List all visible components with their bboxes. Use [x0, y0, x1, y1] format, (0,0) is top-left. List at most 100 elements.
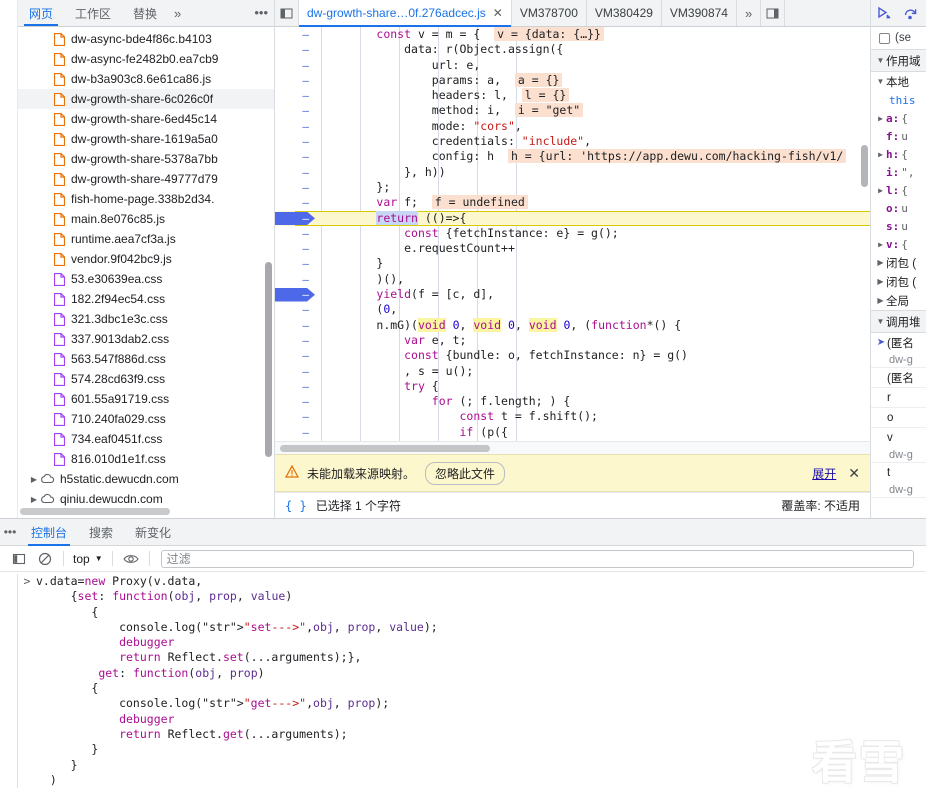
chevron-right-icon[interactable]: ▶ [875, 150, 886, 159]
nav-more-tabs-button[interactable]: » [168, 0, 187, 26]
call-stack-frame[interactable]: ➤ (匿名 dw-g [871, 333, 926, 368]
code-line[interactable]: – yield(f = [c, d], [275, 287, 870, 302]
editor-more-tabs-button[interactable]: » [737, 0, 762, 26]
code-line[interactable]: – for (; f.length; ) { [275, 394, 870, 409]
code-gutter[interactable]: – [275, 256, 321, 271]
file-tree-item[interactable]: main.8e076c85.js [18, 209, 274, 229]
code-gutter[interactable]: – [275, 379, 321, 394]
scope-local-group[interactable]: ▼ 本地 [871, 72, 926, 91]
file-tree-item[interactable]: dw-async-bde4f86c.b4103 [18, 29, 274, 49]
code-gutter[interactable]: – [275, 195, 321, 210]
code-gutter[interactable]: – [275, 409, 321, 424]
console-input-code[interactable]: v.data=new Proxy(v.data, {set: function(… [36, 574, 438, 788]
scope-variable-row[interactable]: ▶ h:{ [871, 145, 926, 163]
code-line[interactable]: – e.requestCount++ [275, 241, 870, 256]
editor-tab-vm380429[interactable]: VM380429 [587, 0, 662, 26]
tab-changes[interactable]: 新变化 [124, 519, 182, 546]
console-output[interactable]: > v.data=new Proxy(v.data, {set: functio… [0, 572, 926, 803]
code-gutter[interactable]: – [275, 394, 321, 409]
code-lines[interactable]: – const v = m = { v = {data: {…}} – data:… [275, 27, 870, 441]
breakpoint-checkbox[interactable] [879, 32, 890, 44]
code-gutter[interactable]: – [275, 58, 321, 73]
code-line[interactable]: – , s = u(); [275, 364, 870, 379]
chevron-right-icon[interactable]: ▶ [875, 258, 886, 267]
code-vertical-scrollbar[interactable] [861, 145, 868, 187]
file-tree-item[interactable]: 816.010d1e1f.css [18, 449, 274, 469]
file-tree-item[interactable]: 321.3dbc1e3c.css [18, 309, 274, 329]
breakpoint-checkbox-row[interactable]: (se [871, 27, 926, 49]
tab-console[interactable]: 控制台 [20, 519, 78, 546]
breakpoint-marker[interactable] [275, 288, 315, 302]
code-line[interactable]: – try { [275, 379, 870, 394]
code-line[interactable]: – if (p({ [275, 425, 870, 440]
code-line[interactable]: – url: e, [275, 58, 870, 73]
editor-tab-active[interactable]: dw-growth-share…0f.276adcec.js ✕ [299, 0, 512, 27]
close-icon[interactable]: ✕ [493, 6, 503, 20]
code-gutter[interactable]: – [275, 318, 321, 333]
code-line[interactable]: – const {fetchInstance: e} = g(); [275, 226, 870, 241]
code-line[interactable]: – data: r(Object.assign({ [275, 42, 870, 57]
code-gutter[interactable]: – [275, 272, 321, 287]
console-context-selector[interactable]: top ▼ [69, 552, 107, 566]
chevron-right-icon[interactable]: ▶ [28, 495, 40, 504]
code-line[interactable]: – headers: l, l = {} [275, 88, 870, 103]
breakpoint-marker[interactable] [275, 211, 315, 226]
code-gutter[interactable]: – [275, 348, 321, 363]
live-expression-icon[interactable] [118, 547, 144, 571]
code-line[interactable]: – } [275, 256, 870, 271]
chevron-right-icon[interactable]: ▶ [875, 114, 886, 123]
editor-tab-vm378700[interactable]: VM378700 [512, 0, 587, 26]
code-line[interactable]: – const v = m = { v = {data: {…}} [275, 27, 870, 42]
file-tree-item[interactable]: runtime.aea7cf3a.js [18, 229, 274, 249]
console-sidebar-icon[interactable] [6, 547, 32, 571]
clear-console-icon[interactable] [32, 547, 58, 571]
code-horizontal-scrollbar[interactable] [275, 441, 870, 454]
scope-variable-row[interactable]: ▶ l:{ [871, 181, 926, 199]
call-stack-frame[interactable]: (匿名 [871, 368, 926, 388]
scope-this-row[interactable]: this [871, 91, 926, 109]
chevron-right-icon[interactable]: ▶ [875, 277, 886, 286]
call-stack-frame[interactable]: v dw-g [871, 428, 926, 463]
console-filter-input[interactable]: 过滤 [160, 549, 914, 568]
call-stack-frame[interactable]: t dw-g [871, 463, 926, 498]
code-gutter[interactable]: – [275, 103, 321, 118]
code-gutter[interactable]: – [275, 119, 321, 134]
file-tree-item[interactable]: 563.547f886d.css [18, 349, 274, 369]
ignore-file-button[interactable]: 忽略此文件 [425, 461, 506, 485]
scope-group-row[interactable]: ▶ 全局 [871, 291, 926, 310]
code-line[interactable]: – n.mG)(void 0, void 0, void 0, (functio… [275, 317, 870, 333]
call-stack-frame[interactable]: o [871, 408, 926, 428]
nav-tab-page[interactable]: 网页 [18, 0, 64, 26]
chevron-right-icon[interactable]: ▶ [875, 186, 886, 195]
file-tree-horizontal-scrollbar[interactable] [20, 508, 170, 515]
code-gutter[interactable]: – [275, 42, 321, 57]
scope-variable-row[interactable]: ▶ v:{ [871, 235, 926, 253]
file-tree-vertical-scrollbar[interactable] [265, 262, 272, 457]
code-gutter[interactable]: – [275, 302, 321, 317]
scope-group-row[interactable]: ▶ 闭包 ( [871, 253, 926, 272]
scope-section-header[interactable]: ▼ 作用域 [871, 49, 926, 72]
code-line[interactable]: – }, h)) [275, 165, 870, 180]
scope-variable-row[interactable]: f: u [871, 127, 926, 145]
code-line[interactable]: – credentials: "include", [275, 134, 870, 149]
editor-tab-vm390874[interactable]: VM390874 [662, 0, 737, 26]
code-line[interactable]: – var f; f = undefined [275, 195, 870, 210]
code-line[interactable]: – params: a, a = {} [275, 72, 870, 88]
code-line[interactable]: – mode: "cors", [275, 119, 870, 134]
file-tree-item[interactable]: dw-b3a903c8.6e61ca86.js [18, 69, 274, 89]
chevron-right-icon[interactable]: ▶ [875, 240, 886, 249]
file-tree[interactable]: dw-async-bde4f86c.b4103 dw-async-fe2482b0… [18, 27, 274, 518]
code-viewer[interactable]: – const v = m = { v = {data: {…}} – data:… [275, 27, 870, 441]
code-line[interactable]: – return (()=>{ [275, 210, 870, 227]
show-navigator-icon[interactable] [275, 0, 299, 26]
code-gutter[interactable]: – [275, 88, 321, 103]
code-gutter[interactable]: – [275, 73, 321, 88]
code-gutter[interactable]: – [275, 27, 321, 42]
file-tree-item[interactable]: 710.240fa029.css [18, 409, 274, 429]
call-stack-section-header[interactable]: ▼ 调用堆 [871, 310, 926, 333]
close-icon[interactable]: ✕ [848, 465, 860, 482]
file-tree-item[interactable]: 601.55a91719.css [18, 389, 274, 409]
resume-script-icon[interactable] [871, 6, 897, 20]
chevron-right-icon[interactable]: ▶ [875, 296, 886, 305]
code-gutter[interactable]: – [275, 226, 321, 241]
